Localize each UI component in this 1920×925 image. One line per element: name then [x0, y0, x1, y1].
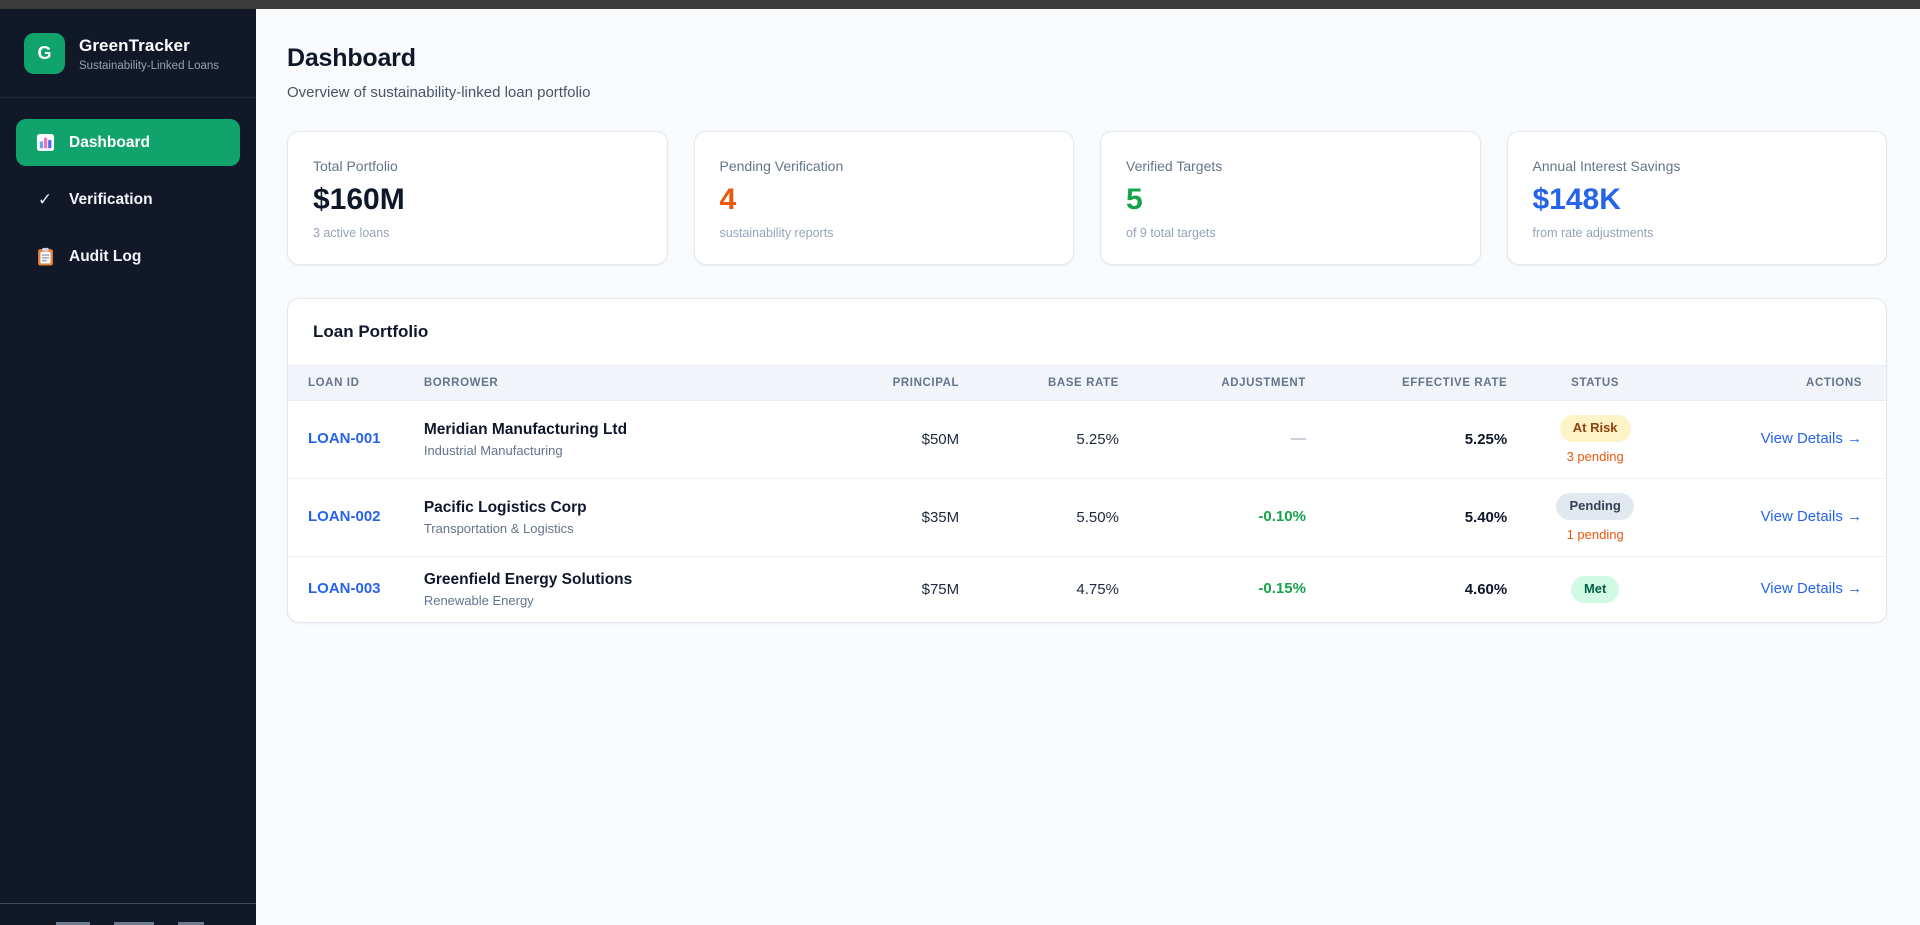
- status-badge: Pending: [1556, 492, 1634, 520]
- stat-cards: Total Portfolio $160M 3 active loans Pen…: [287, 131, 1887, 265]
- status-badge: Met: [1570, 575, 1620, 603]
- main-content: Dashboard Overview of sustainability-lin…: [256, 0, 1920, 925]
- loan-id-link[interactable]: LOAN-003: [308, 580, 381, 597]
- adjustment-value: -0.15%: [1258, 580, 1306, 598]
- brand-logo: G: [24, 33, 65, 74]
- pending-note: 3 pending: [1566, 448, 1624, 464]
- effective-rate-value: 4.60%: [1464, 580, 1508, 598]
- brand-text: GreenTracker Sustainability-Linked Loans: [79, 36, 219, 72]
- loan-id-link[interactable]: LOAN-001: [308, 430, 381, 447]
- checkmark-icon: ✓: [37, 189, 53, 209]
- col-header-status: STATUS: [1507, 365, 1684, 401]
- brand-logo-letter: G: [37, 43, 52, 63]
- loan-id-link[interactable]: LOAN-002: [308, 508, 381, 525]
- bar-chart-icon: [35, 133, 55, 153]
- stat-card-annual-interest-savings: Annual Interest Savings $148K from rate …: [1506, 131, 1887, 265]
- sidebar-item-label: Dashboard: [69, 133, 150, 151]
- stat-value: 4: [719, 183, 737, 216]
- status-badge: At Risk: [1559, 415, 1631, 442]
- stat-label: Verified Targets: [1126, 158, 1223, 174]
- stat-sublabel: of 9 total targets: [1126, 226, 1216, 240]
- loan-table: LOAN ID BORROWER PRINCIPAL BASE RATE ADJ…: [288, 365, 1886, 622]
- adjustment-value: -0.10%: [1258, 508, 1306, 526]
- brand-subtitle: Sustainability-Linked Loans: [79, 59, 220, 72]
- stat-sublabel: from rate adjustments: [1532, 226, 1654, 240]
- principal-value: $35M: [831, 478, 960, 557]
- browser-chrome-strip: [0, 0, 1920, 9]
- stat-value: 5: [1126, 183, 1143, 216]
- table-row: LOAN-002 Pacific Logistics Corp Transpor…: [288, 478, 1886, 557]
- borrower-name: Meridian Manufacturing Ltd: [423, 420, 628, 438]
- effective-rate-value: 5.25%: [1305, 400, 1508, 479]
- loan-portfolio-panel: Loan Portfolio LOAN ID BORROWER PRINCIPA…: [287, 298, 1887, 623]
- page-subtitle: Overview of sustainability-linked loan p…: [287, 84, 591, 101]
- sidebar-footer: [0, 903, 256, 925]
- borrower-sector: Transportation & Logistics: [423, 520, 574, 536]
- sidebar-item-verification[interactable]: ✓ Verification: [16, 176, 240, 223]
- adjustment-value: —: [1290, 430, 1306, 448]
- table-row: LOAN-001 Meridian Manufacturing Ltd Indu…: [288, 400, 1886, 479]
- panel-title: Loan Portfolio: [313, 322, 429, 341]
- stat-card-pending-verification: Pending Verification 4 sustainability re…: [693, 131, 1074, 265]
- col-header-borrower: BORROWER: [423, 365, 832, 401]
- stat-value: $148K: [1532, 183, 1621, 216]
- sidebar-nav: Dashboard ✓ Verification Audit Log: [0, 98, 256, 280]
- panel-header: Loan Portfolio: [288, 299, 1886, 365]
- base-rate-value: 4.75%: [1076, 580, 1119, 598]
- col-header-base-rate: BASE RATE: [959, 365, 1119, 401]
- borrower-name: Greenfield Energy Solutions: [423, 570, 633, 588]
- col-header-principal: PRINCIPAL: [831, 365, 960, 401]
- stat-sublabel: 3 active loans: [313, 226, 390, 240]
- borrower-sector: Renewable Energy: [423, 592, 534, 608]
- view-details-link[interactable]: View Details →: [1761, 508, 1862, 525]
- sidebar: G GreenTracker Sustainability-Linked Loa…: [0, 9, 256, 925]
- page-title: Dashboard: [287, 44, 416, 72]
- table-header-row: LOAN ID BORROWER PRINCIPAL BASE RATE ADJ…: [288, 365, 1886, 401]
- stat-value: $160M: [313, 183, 405, 216]
- col-header-adjustment: ADJUSTMENT: [1118, 365, 1306, 401]
- clipboard-icon: [35, 247, 55, 267]
- brand: G GreenTracker Sustainability-Linked Loa…: [0, 9, 256, 98]
- col-header-actions: ACTIONS: [1683, 365, 1886, 401]
- brand-title: GreenTracker: [79, 35, 190, 55]
- col-header-loan-id: LOAN ID: [288, 365, 424, 401]
- sidebar-item-label: Verification: [69, 190, 153, 208]
- principal-value: $50M: [831, 400, 960, 479]
- borrower-sector: Industrial Manufacturing: [423, 442, 563, 458]
- stat-label: Pending Verification: [719, 158, 844, 174]
- sidebar-item-label: Audit Log: [69, 247, 142, 265]
- pending-note: 1 pending: [1566, 526, 1624, 542]
- sidebar-item-dashboard[interactable]: Dashboard: [16, 119, 240, 166]
- effective-rate-value: 5.40%: [1305, 478, 1508, 557]
- stat-label: Annual Interest Savings: [1532, 158, 1681, 174]
- col-header-effective-rate: EFFECTIVE RATE: [1305, 365, 1508, 401]
- view-details-link[interactable]: View Details →: [1761, 580, 1862, 597]
- stat-sublabel: sustainability reports: [719, 226, 834, 240]
- base-rate-value: 5.25%: [959, 400, 1119, 479]
- base-rate-value: 5.50%: [959, 478, 1119, 557]
- table-row: LOAN-003 Greenfield Energy Solutions Ren…: [288, 556, 1886, 622]
- sidebar-item-audit-log[interactable]: Audit Log: [16, 233, 240, 280]
- principal-value: $75M: [921, 580, 960, 598]
- stat-card-verified-targets: Verified Targets 5 of 9 total targets: [1100, 131, 1481, 265]
- borrower-name: Pacific Logistics Corp: [423, 498, 587, 516]
- stat-label: Total Portfolio: [313, 158, 398, 174]
- stat-card-total-portfolio: Total Portfolio $160M 3 active loans: [287, 131, 668, 265]
- view-details-link[interactable]: View Details →: [1761, 430, 1862, 447]
